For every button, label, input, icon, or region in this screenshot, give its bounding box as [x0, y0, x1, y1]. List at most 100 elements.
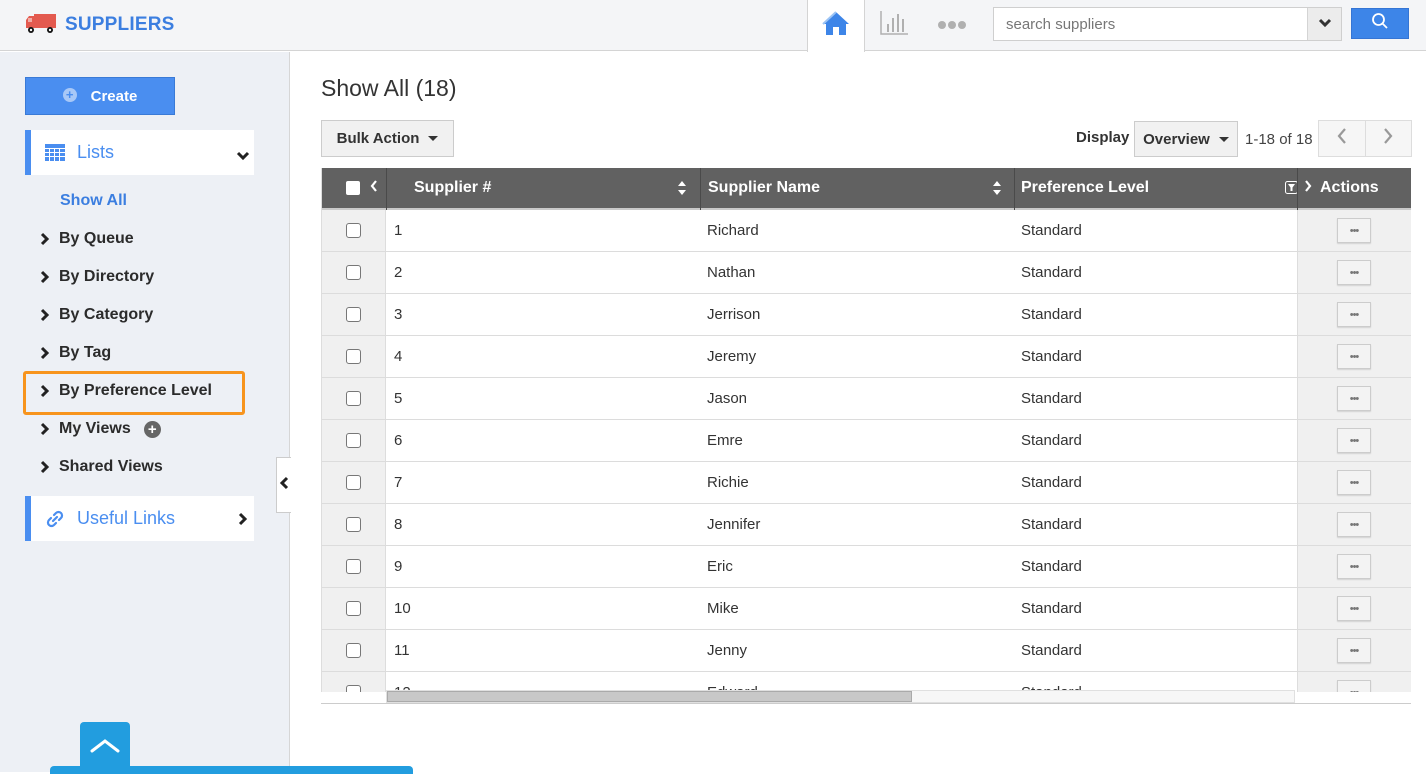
row-checkbox[interactable] [346, 391, 361, 406]
supplier-name[interactable]: Eric [707, 546, 733, 587]
search-dropdown-button[interactable] [1307, 8, 1341, 40]
row-actions-button[interactable]: ••• [1337, 218, 1371, 243]
scroll-columns-left-button[interactable] [370, 168, 378, 208]
row-checkbox[interactable] [346, 517, 361, 532]
supplier-name[interactable]: Jason [707, 378, 747, 419]
preference-level: Standard [1021, 516, 1082, 533]
table-row[interactable]: 4 Jeremy Standard ••• [322, 336, 1411, 378]
row-checkbox[interactable] [346, 685, 361, 692]
row-actions-button[interactable]: ••• [1337, 470, 1371, 495]
row-actions-button[interactable]: ••• [1337, 512, 1371, 537]
table-row[interactable]: 5 Jason Standard ••• [322, 378, 1411, 420]
sidebar-item-show-all[interactable]: Show All [60, 192, 127, 210]
sidebar-item-label: By Preference Level [59, 382, 212, 399]
sidebar-item-label: By Queue [59, 230, 134, 247]
brand[interactable]: SUPPLIERS [25, 10, 175, 40]
prev-page-button[interactable] [1319, 121, 1366, 156]
row-checkbox[interactable] [346, 601, 361, 616]
column-header-supplier-number[interactable]: Supplier # [414, 168, 491, 208]
row-actions-button[interactable]: ••• [1337, 554, 1371, 579]
sidebar-item-by-directory[interactable]: By Directory [40, 265, 154, 289]
sidebar-item-label: By Directory [59, 268, 155, 285]
display-select[interactable]: Overview [1134, 121, 1238, 157]
table-row[interactable]: 8 Jennifer Standard ••• [322, 504, 1411, 546]
row-checkbox[interactable] [346, 475, 361, 490]
row-checkbox-cell [322, 672, 386, 692]
row-checkbox[interactable] [346, 349, 361, 364]
sidebar-collapse-button[interactable] [276, 457, 291, 513]
more-button[interactable] [923, 0, 981, 51]
useful-links-panel[interactable]: Useful Links [25, 496, 254, 541]
supplier-name[interactable]: Jeremy [707, 336, 756, 377]
preference-level: Standard [1021, 600, 1082, 617]
sidebar-item-my-views[interactable]: My Views + [40, 417, 161, 441]
table-row[interactable]: 11 Jenny Standard ••• [322, 630, 1411, 672]
row-checkbox[interactable] [346, 433, 361, 448]
scroll-to-top-button[interactable] [80, 722, 130, 772]
column-header-preference-level[interactable]: Preference Level [1021, 168, 1149, 208]
reports-button[interactable] [865, 0, 923, 51]
supplier-name[interactable]: Jerrison [707, 294, 760, 335]
row-checkbox[interactable] [346, 559, 361, 574]
row-checkbox[interactable] [346, 307, 361, 322]
next-page-button[interactable] [1366, 121, 1412, 156]
row-actions-button[interactable]: ••• [1337, 344, 1371, 369]
row-actions-button[interactable]: ••• [1337, 428, 1371, 453]
preference-level: Standard [1021, 306, 1082, 323]
table-row[interactable]: 12 Edward Standard ••• [322, 672, 1411, 692]
row-actions-button[interactable]: ••• [1337, 680, 1371, 692]
sidebar-item-by-queue[interactable]: By Queue [40, 227, 134, 251]
table-row[interactable]: 7 Richie Standard ••• [322, 462, 1411, 504]
page-title: Show All (18) [321, 75, 457, 101]
bulk-action-button[interactable]: Bulk Action [321, 120, 454, 157]
supplier-name[interactable]: Emre [707, 420, 743, 461]
actions-cell: ••• [1297, 294, 1411, 335]
main-content: Show All (18) Bulk Action Display Overvi… [291, 52, 1426, 772]
sidebar-item-by-preference-level[interactable]: By Preference Level [40, 379, 212, 403]
horizontal-scrollbar[interactable] [386, 690, 1295, 703]
actions-cell: ••• [1297, 252, 1411, 293]
table-row[interactable]: 9 Eric Standard ••• [322, 546, 1411, 588]
search-box [993, 7, 1342, 41]
row-actions-button[interactable]: ••• [1337, 260, 1371, 285]
table-row[interactable]: 10 Mike Standard ••• [322, 588, 1411, 630]
row-actions-button[interactable]: ••• [1337, 386, 1371, 411]
sidebar-item-shared-views[interactable]: Shared Views [40, 455, 163, 479]
supplier-name[interactable]: Nathan [707, 252, 755, 293]
select-all-checkbox[interactable] [346, 168, 360, 208]
column-header-supplier-name[interactable]: Supplier Name [708, 168, 820, 208]
search-button[interactable] [1351, 8, 1409, 39]
sort-icon[interactable] [992, 180, 1002, 201]
row-checkbox[interactable] [346, 265, 361, 280]
row-checkbox[interactable] [346, 223, 361, 238]
supplier-name[interactable]: Jenny [707, 630, 747, 671]
scroll-columns-right-button[interactable] [1304, 168, 1312, 208]
sidebar-item-by-category[interactable]: By Category [40, 303, 153, 327]
row-actions-button[interactable]: ••• [1337, 638, 1371, 663]
supplier-name[interactable]: Richard [707, 210, 759, 251]
actions-cell: ••• [1297, 462, 1411, 503]
add-view-icon[interactable]: + [143, 420, 161, 438]
supplier-name[interactable]: Mike [707, 588, 739, 629]
table-row[interactable]: 1 Richard Standard ••• [322, 210, 1411, 252]
table-row[interactable]: 3 Jerrison Standard ••• [322, 294, 1411, 336]
table-row[interactable]: 6 Emre Standard ••• [322, 420, 1411, 462]
table-row[interactable]: 2 Nathan Standard ••• [322, 252, 1411, 294]
home-button[interactable] [807, 0, 865, 52]
actions-cell: ••• [1297, 378, 1411, 419]
chevron-left-icon [279, 476, 289, 495]
row-actions-button[interactable]: ••• [1337, 596, 1371, 621]
search-input[interactable] [994, 8, 1307, 40]
row-checkbox[interactable] [346, 643, 361, 658]
supplier-name[interactable]: Jennifer [707, 504, 760, 545]
supplier-name[interactable]: Richie [707, 462, 749, 503]
supplier-name[interactable]: Edward [707, 672, 758, 692]
table-header: Supplier # Supplier Name Preference Leve… [322, 168, 1411, 210]
create-button[interactable]: + Create [25, 77, 175, 115]
lists-panel[interactable]: Lists [25, 130, 254, 175]
row-actions-button[interactable]: ••• [1337, 302, 1371, 327]
row-checkbox-cell [322, 546, 386, 587]
horizontal-scroll-thumb[interactable] [387, 691, 912, 702]
sort-icon[interactable] [677, 180, 687, 201]
sidebar-item-by-tag[interactable]: By Tag [40, 341, 111, 365]
